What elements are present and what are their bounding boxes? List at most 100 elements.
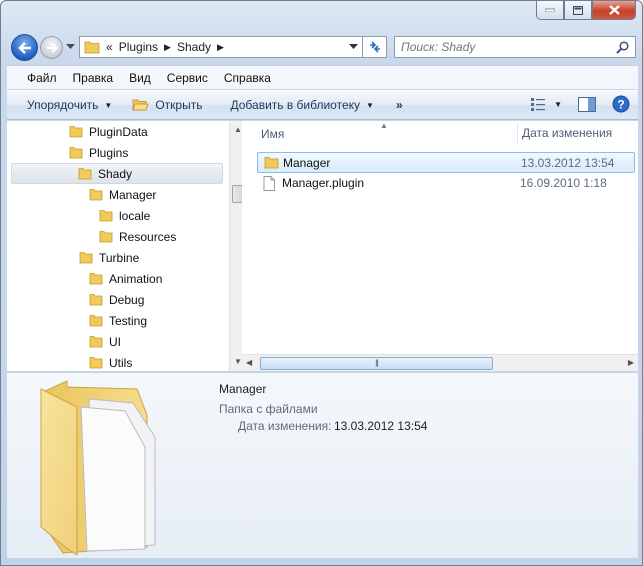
maximize-button[interactable] <box>564 1 592 20</box>
sort-ascending-icon: ▲ <box>380 121 388 130</box>
add-to-library-button[interactable]: Добавить в библиотеку ▼ <box>212 91 383 119</box>
tree-item-testing[interactable]: Testing <box>89 310 147 331</box>
address-bar[interactable]: « Plugins ▶ Shady ▶ <box>79 36 363 58</box>
navigation-pane: PluginData Plugins Shady Manager locale … <box>7 121 246 373</box>
file-name: Manager <box>283 156 331 170</box>
menu-help[interactable]: Справка <box>216 71 279 85</box>
document-icon <box>263 176 275 191</box>
scrollbar-thumb[interactable]: ||| <box>260 357 493 370</box>
maximize-icon <box>573 5 583 15</box>
more-commands-label: » <box>395 98 403 112</box>
folder-icon <box>69 126 83 138</box>
tree-item-utils[interactable]: Utils <box>89 352 132 373</box>
breadcrumb: « Plugins ▶ Shady ▶ <box>106 40 224 54</box>
scroll-down-icon[interactable]: ▼ <box>234 357 242 366</box>
view-controls: ▼ ? <box>530 95 630 113</box>
change-view-button[interactable]: ▼ <box>530 97 562 111</box>
tree-item-ui[interactable]: UI <box>89 331 121 352</box>
tree-item-label: Debug <box>109 292 145 307</box>
chevron-down-icon: ▼ <box>104 100 113 110</box>
arrow-right-icon <box>46 42 58 53</box>
column-header-name[interactable]: Имя <box>261 127 284 141</box>
refresh-icon <box>369 41 380 53</box>
scroll-left-icon[interactable]: ◀ <box>246 358 252 367</box>
organize-button[interactable]: Упорядочить ▼ <box>7 91 122 119</box>
file-list-pane: ▲ Имя Дата изменения Manager 13.03.2012 … <box>242 121 638 371</box>
tree-item-label: Utils <box>109 355 133 370</box>
tree-item-label: locale <box>119 208 151 223</box>
file-name: Manager.plugin <box>282 176 365 190</box>
folder-icon <box>89 357 103 369</box>
breadcrumb-shady[interactable]: Shady <box>177 40 211 54</box>
scroll-up-icon[interactable]: ▲ <box>234 125 242 134</box>
search-icon[interactable] <box>616 41 629 54</box>
minimize-icon <box>545 8 555 12</box>
menu-bar: Файл Правка Вид Сервис Справка <box>7 65 638 89</box>
file-row-manager[interactable]: Manager 13.03.2012 13:54 <box>257 152 635 173</box>
tree-item-label: PluginData <box>89 124 148 139</box>
minimize-button[interactable] <box>536 1 564 20</box>
tree-item-locale[interactable]: locale <box>99 205 150 226</box>
tree-item-label: Turbine <box>99 250 140 265</box>
tree-item-animation[interactable]: Animation <box>89 268 162 289</box>
tree-item-label: UI <box>109 334 121 349</box>
folder-icon <box>264 157 279 169</box>
tree-item-shady[interactable]: Shady <box>11 163 223 184</box>
more-commands-button[interactable]: » <box>384 91 413 119</box>
file-list-scrollbar[interactable]: ◀ ||| ▶ <box>242 354 638 371</box>
tree-item-label: Animation <box>109 271 163 286</box>
open-button[interactable]: Открыть <box>122 91 212 119</box>
details-item-type: Папка с файлами <box>219 402 318 416</box>
tree-item-debug[interactable]: Debug <box>89 289 144 310</box>
tree-item-plugins[interactable]: Plugins <box>69 142 128 163</box>
file-row-manager-plugin[interactable]: Manager.plugin 16.09.2010 1:18 <box>257 173 635 194</box>
tree-item-label: Manager <box>109 187 157 202</box>
menu-view[interactable]: Вид <box>121 71 159 85</box>
tree-item-plugindata[interactable]: PluginData <box>69 121 148 142</box>
help-icon[interactable]: ? <box>612 95 630 113</box>
refresh-button[interactable] <box>363 36 387 58</box>
search-input[interactable] <box>401 40 601 54</box>
details-date-value: 13.03.2012 13:54 <box>334 419 428 433</box>
tree-item-label: Resources <box>119 229 177 244</box>
preview-pane-icon[interactable] <box>578 96 596 112</box>
details-date-label: Дата изменения: <box>238 419 332 433</box>
address-dropdown-icon[interactable] <box>349 44 358 50</box>
menu-file[interactable]: Файл <box>7 71 65 85</box>
column-header-date[interactable]: Дата изменения <box>517 123 612 145</box>
menu-edit[interactable]: Правка <box>65 71 122 85</box>
window-controls <box>536 1 636 20</box>
recent-pages-dropdown[interactable] <box>66 44 75 50</box>
folder-icon <box>78 168 92 180</box>
open-label: Открыть <box>155 98 203 112</box>
chevron-down-icon[interactable]: ▼ <box>554 100 562 109</box>
close-button[interactable] <box>592 1 636 20</box>
add-to-library-label: Добавить в библиотеку <box>230 98 361 112</box>
command-bar: Упорядочить ▼ Открыть Добавить в библиот… <box>7 90 638 120</box>
menu-tools[interactable]: Сервис <box>159 71 216 85</box>
folder-icon <box>84 41 100 54</box>
back-button[interactable] <box>11 34 38 61</box>
tree-item-manager[interactable]: Manager <box>89 184 156 205</box>
breadcrumb-overflow[interactable]: « <box>106 40 113 54</box>
file-date: 13.03.2012 13:54 <box>521 156 615 170</box>
tree-item-turbine[interactable]: Turbine <box>79 247 139 268</box>
organize-label: Упорядочить <box>27 98 99 112</box>
close-icon <box>608 5 620 15</box>
explorer-window: « Plugins ▶ Shady ▶ Файл Правка Вид Серв… <box>0 0 643 566</box>
breadcrumb-separator-icon[interactable]: ▶ <box>217 42 224 53</box>
breadcrumb-separator-icon[interactable]: ▶ <box>164 42 171 53</box>
folder-icon <box>79 252 93 264</box>
chevron-down-icon: ▼ <box>366 100 374 110</box>
details-item-name: Manager <box>219 382 267 396</box>
tree-item-resources[interactable]: Resources <box>99 226 176 247</box>
breadcrumb-plugins[interactable]: Plugins <box>119 40 158 54</box>
folder-icon <box>69 147 83 159</box>
folder-icon <box>89 273 103 285</box>
search-box[interactable] <box>394 36 636 58</box>
svg-text:?: ? <box>617 98 624 112</box>
scroll-right-icon[interactable]: ▶ <box>628 358 634 367</box>
forward-button[interactable] <box>40 36 63 59</box>
view-list-icon <box>531 98 546 111</box>
arrow-left-icon <box>17 41 31 54</box>
